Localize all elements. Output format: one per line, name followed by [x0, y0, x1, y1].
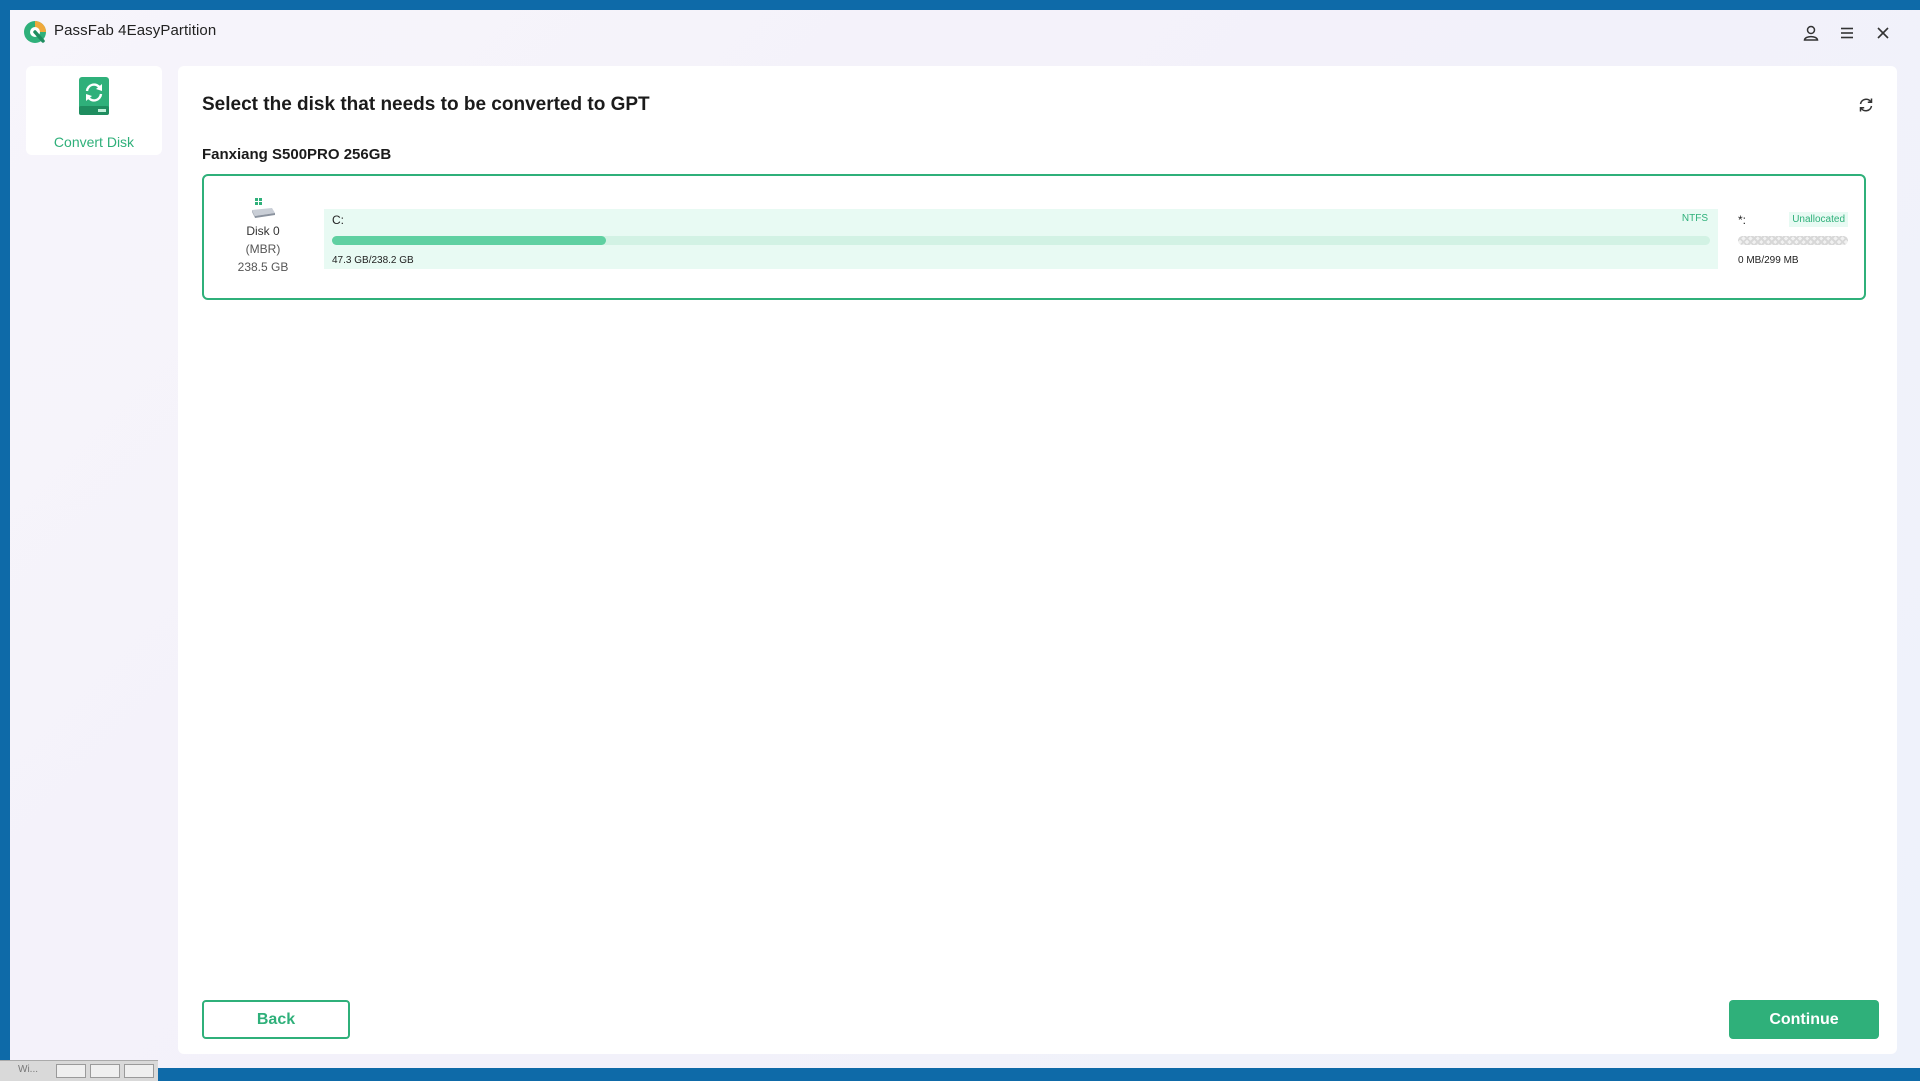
partition-usage-bar: [332, 236, 1710, 245]
disk-partition-style: (MBR): [245, 242, 281, 256]
partition-c[interactable]: C: NTFS 47.3 GB/238.2 GB: [324, 209, 1718, 269]
hamburger-menu-icon: [1841, 27, 1853, 39]
close-button[interactable]: [1870, 20, 1896, 46]
disk-info: Disk 0 (MBR) 238.5 GB: [204, 198, 322, 276]
partition-usage-text: 0 MB/299 MB: [1738, 255, 1799, 266]
taskbar-fragment: Wi...: [0, 1060, 158, 1081]
account-button[interactable]: [1798, 20, 1824, 46]
sidebar-item-convert-disk[interactable]: Convert Disk: [26, 66, 162, 155]
main-panel: Select the disk that needs to be convert…: [178, 66, 1897, 1054]
partition-usage-text: 47.3 GB/238.2 GB: [332, 255, 414, 266]
app-title: PassFab 4EasyPartition: [54, 22, 217, 39]
convert-disk-icon: [79, 77, 109, 115]
menu-button[interactable]: [1834, 20, 1860, 46]
disk-drive-icon: [252, 198, 275, 218]
partition-usage-bar: [1738, 236, 1848, 245]
refresh-icon: [1859, 98, 1873, 112]
disk-card[interactable]: Disk 0 (MBR) 238.5 GB C: NTFS 47.3 GB/23…: [202, 174, 1866, 300]
sidebar-item-label: Convert Disk: [53, 134, 135, 150]
partition-letter: C:: [332, 213, 344, 227]
close-icon: [1877, 27, 1889, 39]
partition-usage-fill: [332, 236, 607, 245]
title-bar: PassFab 4EasyPartition: [10, 10, 1920, 54]
disk-model-label: Fanxiang S500PRO 256GB: [202, 146, 392, 163]
app-logo: [24, 21, 46, 43]
partition-unallocated[interactable]: *: Unallocated 0 MB/299 MB: [1730, 209, 1854, 269]
taskbar-item[interactable]: [90, 1064, 120, 1078]
taskbar-text: Wi...: [18, 1064, 38, 1075]
page-title: Select the disk that needs to be convert…: [202, 94, 650, 115]
partition-filesystem: Unallocated: [1789, 212, 1848, 227]
refresh-button[interactable]: [1853, 92, 1879, 118]
app-window: PassFab 4EasyPartition Convert Disk Sele…: [10, 10, 1920, 1068]
disk-name: Disk 0: [246, 224, 280, 238]
taskbar-item[interactable]: [56, 1064, 86, 1078]
user-icon: [1803, 25, 1819, 41]
partition-filesystem: NTFS: [1681, 213, 1708, 224]
back-button[interactable]: Back: [202, 1000, 350, 1039]
partition-letter: *:: [1738, 213, 1747, 227]
continue-button[interactable]: Continue: [1729, 1000, 1879, 1039]
disk-size: 238.5 GB: [237, 260, 289, 274]
taskbar-item[interactable]: [124, 1064, 154, 1078]
